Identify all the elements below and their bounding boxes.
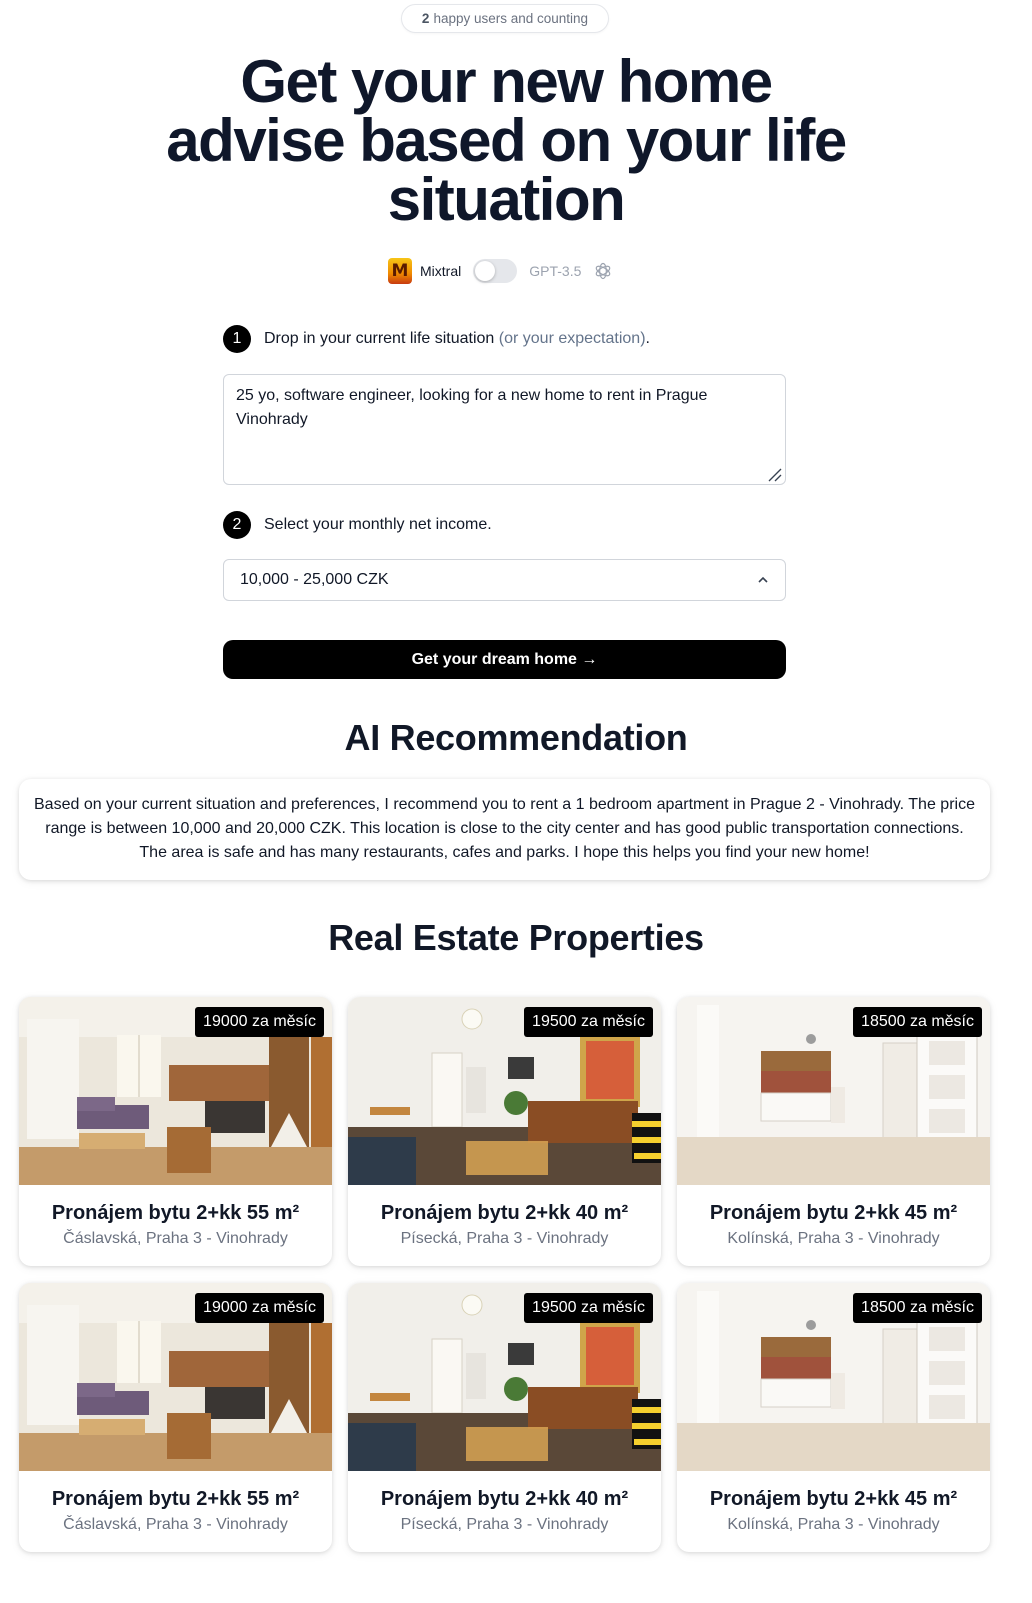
hero-title-line-1: Get your new home: [240, 48, 773, 115]
property-card[interactable]: 18500 za měsíc Pronájem bytu 2+kk 45 m² …: [677, 1283, 990, 1552]
hero-title: Get your new home advise based on your l…: [120, 52, 892, 230]
ai-recommendation-card: Based on your current situation and pref…: [19, 779, 990, 880]
step-2-number: 2: [223, 511, 251, 539]
life-situation-input[interactable]: [223, 374, 786, 485]
step-1-text: Drop in your current life situation: [264, 330, 495, 347]
step-1: 1 Drop in your current life situation (o…: [223, 325, 650, 353]
price-tag: 18500 za měsíc: [853, 1293, 982, 1323]
users-count-badge: 2 happy users and counting: [401, 4, 609, 33]
step-2-label: Select your monthly net income.: [264, 516, 492, 533]
ai-recommendation-text: Based on your current situation and pref…: [34, 796, 975, 861]
property-card[interactable]: 18500 za měsíc Pronájem bytu 2+kk 45 m² …: [677, 997, 990, 1266]
price-tag: 19000 za měsíc: [195, 1293, 324, 1323]
property-title: Pronájem bytu 2+kk 45 m²: [709, 1488, 958, 1510]
step-1-number: 1: [223, 325, 251, 353]
property-address: Kolínská, Praha 3 - Vinohrady: [727, 1516, 940, 1533]
income-select-value: 10,000 - 25,000 CZK: [240, 571, 389, 588]
price-tag: 19500 za měsíc: [524, 1007, 653, 1037]
mixtral-logo-icon: M: [388, 258, 412, 284]
toggle-knob: [475, 261, 496, 281]
property-card[interactable]: 19500 za měsíc Pronájem bytu 2+kk 40 m² …: [348, 1283, 661, 1552]
price-tag: 19000 za měsíc: [195, 1007, 324, 1037]
property-address: Písecká, Praha 3 - Vinohrady: [400, 1516, 609, 1533]
step-1-hint: (or your expectation): [498, 330, 646, 347]
price-tag: 18500 za měsíc: [853, 1007, 982, 1037]
model-toggle[interactable]: [473, 259, 518, 283]
gpt-label: GPT-3.5: [529, 263, 582, 279]
property-card[interactable]: 19000 za měsíc Pronájem bytu 2+kk 55 m² …: [19, 1283, 332, 1552]
property-card[interactable]: 19500 za měsíc Pronájem bytu 2+kk 40 m² …: [348, 997, 661, 1266]
property-card[interactable]: 19000 za měsíc Pronájem bytu 2+kk 55 m² …: [19, 997, 332, 1266]
ai-recommendation-title: AI Recommendation: [344, 717, 688, 758]
income-select[interactable]: 10,000 - 25,000 CZK: [223, 559, 786, 601]
get-dream-home-button[interactable]: Get your dream home →: [223, 640, 786, 679]
chevron-up-icon: [758, 576, 768, 583]
hero-title-line-2: advise based on your life: [166, 107, 847, 174]
property-title: Pronájem bytu 2+kk 55 m²: [51, 1488, 300, 1510]
hero-title-line-3: situation: [387, 166, 626, 233]
property-title: Pronájem bytu 2+kk 45 m²: [709, 1202, 958, 1224]
property-address: Kolínská, Praha 3 - Vinohrady: [727, 1230, 940, 1247]
step-1-label: Drop in your current life situation (or …: [264, 330, 650, 348]
properties-title: Real Estate Properties: [328, 917, 704, 958]
users-count: 2: [421, 11, 430, 26]
model-switch: M Mixtral GPT-3.5: [388, 257, 613, 285]
property-title: Pronájem bytu 2+kk 55 m²: [51, 1202, 300, 1224]
property-title: Pronájem bytu 2+kk 40 m²: [380, 1202, 629, 1224]
property-title: Pronájem bytu 2+kk 40 m²: [380, 1488, 629, 1510]
property-address: Čáslavská, Praha 3 - Vinohrady: [63, 1516, 288, 1533]
property-address: Písecká, Praha 3 - Vinohrady: [400, 1230, 609, 1247]
resize-grip-icon[interactable]: [766, 466, 782, 482]
users-count-text: happy users and counting: [433, 11, 589, 26]
step-2: 2 Select your monthly net income.: [223, 511, 492, 539]
openai-icon: [596, 262, 611, 280]
property-address: Čáslavská, Praha 3 - Vinohrady: [63, 1230, 288, 1247]
step-1-trail: .: [645, 330, 650, 347]
mixtral-label: Mixtral: [420, 263, 462, 279]
price-tag: 19500 za měsíc: [524, 1293, 653, 1323]
